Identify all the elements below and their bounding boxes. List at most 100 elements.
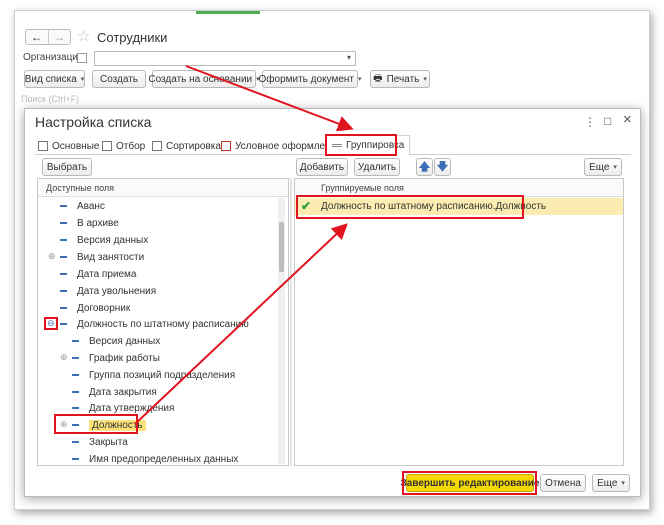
expand-icon[interactable]: ⊕ — [48, 251, 56, 262]
maximize-icon[interactable]: □ — [604, 114, 611, 128]
panel-splitter[interactable] — [290, 178, 292, 466]
tree-item[interactable]: Должность по штатному расписанию — [60, 316, 249, 332]
tree-item[interactable]: Вид занятости — [60, 249, 144, 265]
brush-icon — [221, 141, 231, 151]
field-icon — [72, 391, 79, 393]
cancel-button[interactable]: Отмена — [540, 474, 586, 492]
favorite-star-icon[interactable]: ☆ — [77, 27, 90, 45]
tree-item-selected[interactable]: Должность — [72, 417, 146, 433]
tree-item[interactable]: Группа позиций подразделения — [72, 367, 235, 383]
field-icon — [72, 458, 79, 460]
sort-icon — [152, 141, 162, 151]
tree-item-label: Аванс — [77, 200, 105, 212]
tab-sort[interactable]: Сортировка — [152, 137, 221, 155]
expand-icon[interactable]: ⊕ — [60, 419, 68, 430]
tree-item-label: Закрыта — [89, 436, 128, 448]
arrow-up-icon: 🡅 — [418, 160, 431, 173]
right-more-button[interactable]: Еще ▾ — [584, 158, 622, 176]
tree-item[interactable]: Дата утверждения — [72, 400, 174, 416]
field-icon — [72, 340, 79, 342]
tab-grouping[interactable]: Группировка — [326, 135, 411, 155]
print-label: Печать — [386, 73, 420, 85]
grouped-field-label: Должность по штатному расписанию.Должнос… — [321, 201, 547, 212]
footer-more-label: Еще — [597, 477, 618, 489]
add-button[interactable]: Добавить — [296, 158, 348, 176]
grouped-field-row[interactable]: ✔ Должность по штатному расписанию.Должн… — [295, 198, 623, 215]
field-icon — [72, 374, 79, 376]
view-list-label: Вид списка — [24, 73, 77, 85]
chevron-down-icon: ▾ — [80, 76, 85, 83]
chevron-down-icon: ▾ — [621, 480, 625, 487]
tab-grouping-label: Группировка — [346, 140, 405, 151]
tab-main-label: Основные — [52, 140, 100, 152]
move-down-button[interactable]: 🡇 — [434, 158, 451, 176]
tree-item[interactable]: Дата приема — [60, 266, 136, 282]
tree-item[interactable]: Имя предопределенных данных — [72, 451, 238, 467]
arrow-down-icon: 🡇 — [436, 160, 449, 173]
finish-editing-button[interactable]: Завершить редактирование — [401, 474, 540, 492]
footer-more-button[interactable]: Еще ▾ — [592, 474, 630, 492]
org-checkbox[interactable] — [77, 53, 87, 63]
tab-conditional-format[interactable]: Условное оформление — [221, 137, 342, 155]
chevron-down-icon: ▾ — [613, 164, 617, 171]
field-icon — [60, 256, 67, 258]
org-input[interactable]: ▾ — [94, 51, 356, 66]
field-icon — [60, 222, 67, 224]
available-fields-header-label: Доступные поля — [46, 183, 115, 193]
delete-button[interactable]: Удалить — [354, 158, 400, 176]
create-button[interactable]: Создать — [92, 70, 146, 88]
view-list-button[interactable]: Вид списка ▾ — [24, 70, 85, 88]
make-document-label: Оформить документ — [258, 73, 354, 85]
main-top-tab-indicator — [196, 11, 260, 14]
tree-item-label: Договорник — [77, 302, 131, 314]
available-fields-header: Доступные поля — [38, 179, 288, 197]
close-icon[interactable]: × — [623, 111, 632, 128]
tree-item[interactable]: Дата закрытия — [72, 384, 157, 400]
tree-item-label: Версия данных — [89, 335, 161, 347]
tab-filter[interactable]: Отбор — [102, 137, 145, 155]
finish-editing-label: Завершить редактирование — [400, 477, 540, 489]
expand-icon[interactable]: ⊕ — [60, 352, 68, 363]
create-based-button[interactable]: Создать на основании ▾ — [148, 70, 260, 88]
dialog-title: Настройка списка — [35, 114, 152, 130]
tree-item[interactable]: Дата увольнения — [60, 283, 156, 299]
make-document-button[interactable]: Оформить документ ▾ — [258, 70, 362, 88]
tab-sort-label: Сортировка — [166, 140, 221, 152]
tree-item-label: Имя предопределенных данных — [89, 453, 239, 465]
grouped-fields-header-label: Группируемые поля — [321, 183, 404, 193]
back-arrow-icon[interactable]: ← — [26, 30, 49, 44]
tree-item-label: Должность — [89, 419, 146, 431]
tree-item-label: Вид занятости — [77, 251, 145, 263]
tree-item-label: Версия данных — [77, 234, 149, 246]
tab-main[interactable]: Основные — [38, 137, 99, 155]
print-button[interactable]: 🖶 Печать ▾ — [370, 70, 430, 88]
field-icon — [72, 407, 79, 409]
tab-filter-label: Отбор — [116, 140, 146, 152]
move-up-button[interactable]: 🡅 — [416, 158, 433, 176]
select-button[interactable]: Выбрать — [42, 158, 92, 176]
forward-arrow-icon[interactable]: → — [49, 30, 71, 44]
tree-item[interactable]: Версия данных — [72, 333, 160, 349]
filter-icon — [102, 141, 112, 151]
collapse-icon[interactable]: ⊖ — [47, 318, 55, 329]
more-menu-icon[interactable]: ⋮ — [584, 115, 596, 129]
tree-item[interactable]: Закрыта — [72, 434, 128, 450]
tree-item[interactable]: График работы — [72, 350, 160, 366]
search-field[interactable]: Поиск (Ctrl+F) — [21, 93, 641, 107]
field-icon — [60, 205, 67, 207]
checkmark-icon[interactable]: ✔ — [301, 199, 311, 213]
dropdown-icon[interactable]: ▾ — [347, 53, 351, 62]
tree-item[interactable]: Версия данных — [60, 232, 148, 248]
tree-item[interactable]: Договорник — [60, 300, 130, 316]
field-icon — [60, 323, 67, 325]
grouping-icon — [332, 144, 342, 147]
tree-item[interactable]: Аванс — [60, 198, 105, 214]
printer-icon: 🖶 — [373, 72, 383, 84]
field-icon — [60, 290, 67, 292]
create-based-label: Создать на основании — [148, 73, 253, 85]
tree-item-label: Дата закрытия — [89, 386, 157, 398]
field-icon — [72, 357, 79, 359]
tree-item[interactable]: В архиве — [60, 215, 119, 231]
field-icon — [60, 273, 67, 275]
tree-item-label: В архиве — [77, 217, 119, 229]
